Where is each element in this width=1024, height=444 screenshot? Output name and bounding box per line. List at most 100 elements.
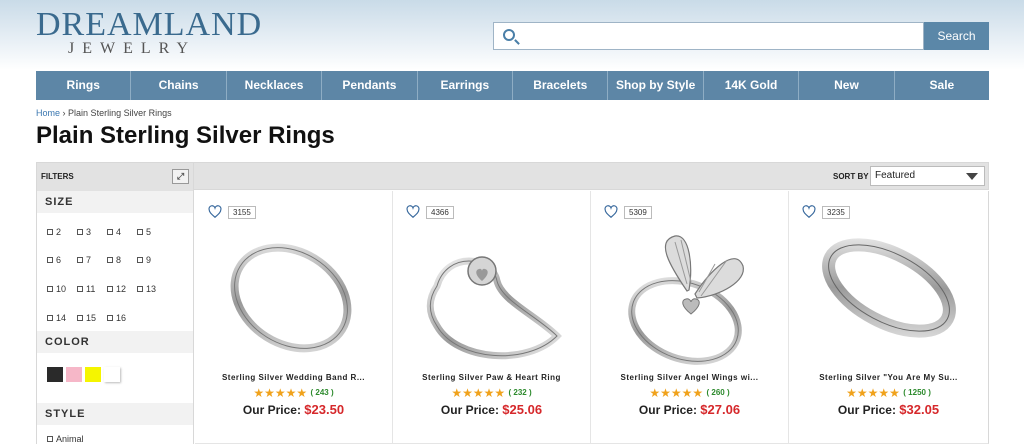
- product-name[interactable]: Sterling Silver Paw & Heart Ring: [393, 373, 590, 382]
- checkbox-box[interactable]: [77, 228, 83, 235]
- search-bar[interactable]: [493, 22, 924, 50]
- checkbox-box[interactable]: [77, 286, 83, 292]
- nav-item-sale[interactable]: Sale: [895, 71, 989, 100]
- review-count[interactable]: ( 260 ): [707, 388, 730, 397]
- size-checkbox[interactable]: 7: [77, 253, 107, 268]
- size-checkbox[interactable]: 3: [77, 224, 107, 239]
- search-button[interactable]: Search: [924, 22, 989, 50]
- checkbox-box[interactable]: [107, 257, 113, 264]
- breadcrumb-current: Plain Sterling Silver Rings: [68, 108, 172, 118]
- search-input[interactable]: [524, 26, 914, 46]
- product-card[interactable]: 3235 Sterling Silver "You Are My Su... ★…: [789, 191, 989, 444]
- nav-item-new[interactable]: New: [799, 71, 895, 100]
- search-icon: [503, 29, 515, 41]
- rating-stars: ★★★★★: [253, 386, 308, 400]
- product-name[interactable]: Sterling Silver Angel Wings wi...: [591, 373, 788, 382]
- style-label: Animal: [56, 433, 84, 444]
- checkbox-box[interactable]: [137, 257, 143, 264]
- price-label: Our Price:: [440, 403, 499, 417]
- product-image[interactable]: [813, 226, 963, 376]
- size-checkbox[interactable]: 5: [137, 224, 167, 239]
- like-count: 5309: [624, 206, 652, 219]
- rating-stars: ★★★★★: [846, 386, 900, 400]
- color-swatch-black[interactable]: [47, 367, 63, 382]
- color-swatch-yellow[interactable]: [85, 367, 101, 382]
- heart-icon[interactable]: [406, 205, 420, 219]
- size-checkbox[interactable]: 8: [107, 253, 137, 268]
- product-image[interactable]: [615, 226, 765, 376]
- product-image[interactable]: [219, 226, 369, 376]
- nav-item-shop-by-style[interactable]: Shop by Style: [608, 71, 704, 100]
- review-count[interactable]: ( 1250 ): [903, 388, 931, 397]
- filters-header: FILTERS ⤢: [37, 163, 193, 191]
- price-label: Our Price:: [837, 403, 896, 417]
- size-label: 4: [116, 226, 122, 237]
- price-label: Our Price:: [638, 403, 697, 417]
- color-swatch-white[interactable]: [104, 367, 120, 382]
- product-rating: ★★★★★ ( 232 ): [393, 386, 590, 400]
- size-checkbox[interactable]: 4: [107, 224, 137, 239]
- review-count[interactable]: ( 243 ): [311, 388, 334, 397]
- dreamland-logo[interactable]: DREAMLAND JEWELRY: [36, 8, 261, 58]
- product-name[interactable]: Sterling Silver "You Are My Su...: [789, 373, 988, 382]
- price-value: $23.50: [304, 402, 345, 417]
- size-checkbox[interactable]: 14: [47, 310, 77, 325]
- product-name[interactable]: Sterling Silver Wedding Band R...: [195, 373, 392, 382]
- nav-item-necklaces[interactable]: Necklaces: [227, 71, 323, 100]
- checkbox-box[interactable]: [137, 286, 143, 292]
- size-checkbox[interactable]: 15: [77, 310, 107, 325]
- chevron-down-icon: [966, 173, 978, 180]
- size-checkbox[interactable]: 9: [137, 253, 167, 268]
- size-label: 13: [146, 284, 157, 294]
- price-value: $27.06: [700, 402, 741, 417]
- size-label: 3: [86, 226, 92, 237]
- nav-item-pendants[interactable]: Pendants: [322, 71, 418, 100]
- product-card[interactable]: 5309 Sterling Silver Angel Wings wi... ★…: [591, 191, 789, 444]
- like-count: 4366: [426, 206, 454, 219]
- size-label: 10: [56, 284, 67, 294]
- price-value: $25.06: [502, 402, 543, 417]
- product-card[interactable]: 3155 Sterling Silver Wedding Band R... ★…: [195, 191, 393, 444]
- product-image[interactable]: [417, 226, 567, 376]
- expand-icon[interactable]: ⤢: [172, 169, 189, 184]
- color-swatch-pink[interactable]: [66, 367, 82, 382]
- checkbox-box[interactable]: [77, 314, 83, 321]
- checkbox-box[interactable]: [107, 314, 113, 321]
- style-checkbox[interactable]: Animal: [47, 431, 193, 444]
- size-label: 6: [56, 255, 62, 266]
- checkbox-box[interactable]: [107, 228, 113, 235]
- checkbox-box[interactable]: [77, 257, 83, 264]
- heart-icon[interactable]: [604, 205, 618, 219]
- size-checkbox[interactable]: 12: [107, 282, 137, 297]
- checkbox-box[interactable]: [137, 228, 143, 235]
- review-count[interactable]: ( 232 ): [509, 388, 532, 397]
- size-checkbox[interactable]: 10: [47, 282, 77, 297]
- nav-item-chains[interactable]: Chains: [131, 71, 227, 100]
- breadcrumb: Home › Plain Sterling Silver Rings: [36, 108, 172, 118]
- size-checkbox[interactable]: 6: [47, 253, 77, 268]
- checkbox-box[interactable]: [107, 286, 113, 292]
- size-label: 8: [116, 255, 122, 266]
- nav-item-earrings[interactable]: Earrings: [418, 71, 514, 100]
- checkbox-box[interactable]: [47, 314, 53, 321]
- nav-item-bracelets[interactable]: Bracelets: [513, 71, 609, 100]
- size-checkbox[interactable]: 16: [107, 310, 137, 325]
- checkbox-box[interactable]: [47, 435, 53, 442]
- size-label: 16: [116, 312, 127, 323]
- nav-item-14k-gold[interactable]: 14K Gold: [704, 71, 800, 100]
- product-card[interactable]: 4366 Sterling Silver Paw & Heart Ring ★★…: [393, 191, 591, 444]
- nav-item-rings[interactable]: Rings: [36, 71, 132, 100]
- size-label: 2: [56, 226, 62, 237]
- checkbox-box[interactable]: [47, 257, 53, 264]
- heart-icon[interactable]: [208, 205, 222, 219]
- size-checkbox[interactable]: 13: [137, 282, 167, 297]
- size-label: 9: [146, 255, 152, 266]
- sort-dropdown[interactable]: Featured: [870, 166, 985, 186]
- sort-label: SORT BY: [833, 172, 869, 181]
- size-checkbox[interactable]: 2: [47, 224, 77, 239]
- heart-icon[interactable]: [802, 205, 816, 219]
- breadcrumb-home-link[interactable]: Home: [36, 108, 60, 118]
- checkbox-box[interactable]: [47, 228, 53, 235]
- checkbox-box[interactable]: [47, 286, 53, 292]
- size-checkbox[interactable]: 11: [77, 282, 107, 297]
